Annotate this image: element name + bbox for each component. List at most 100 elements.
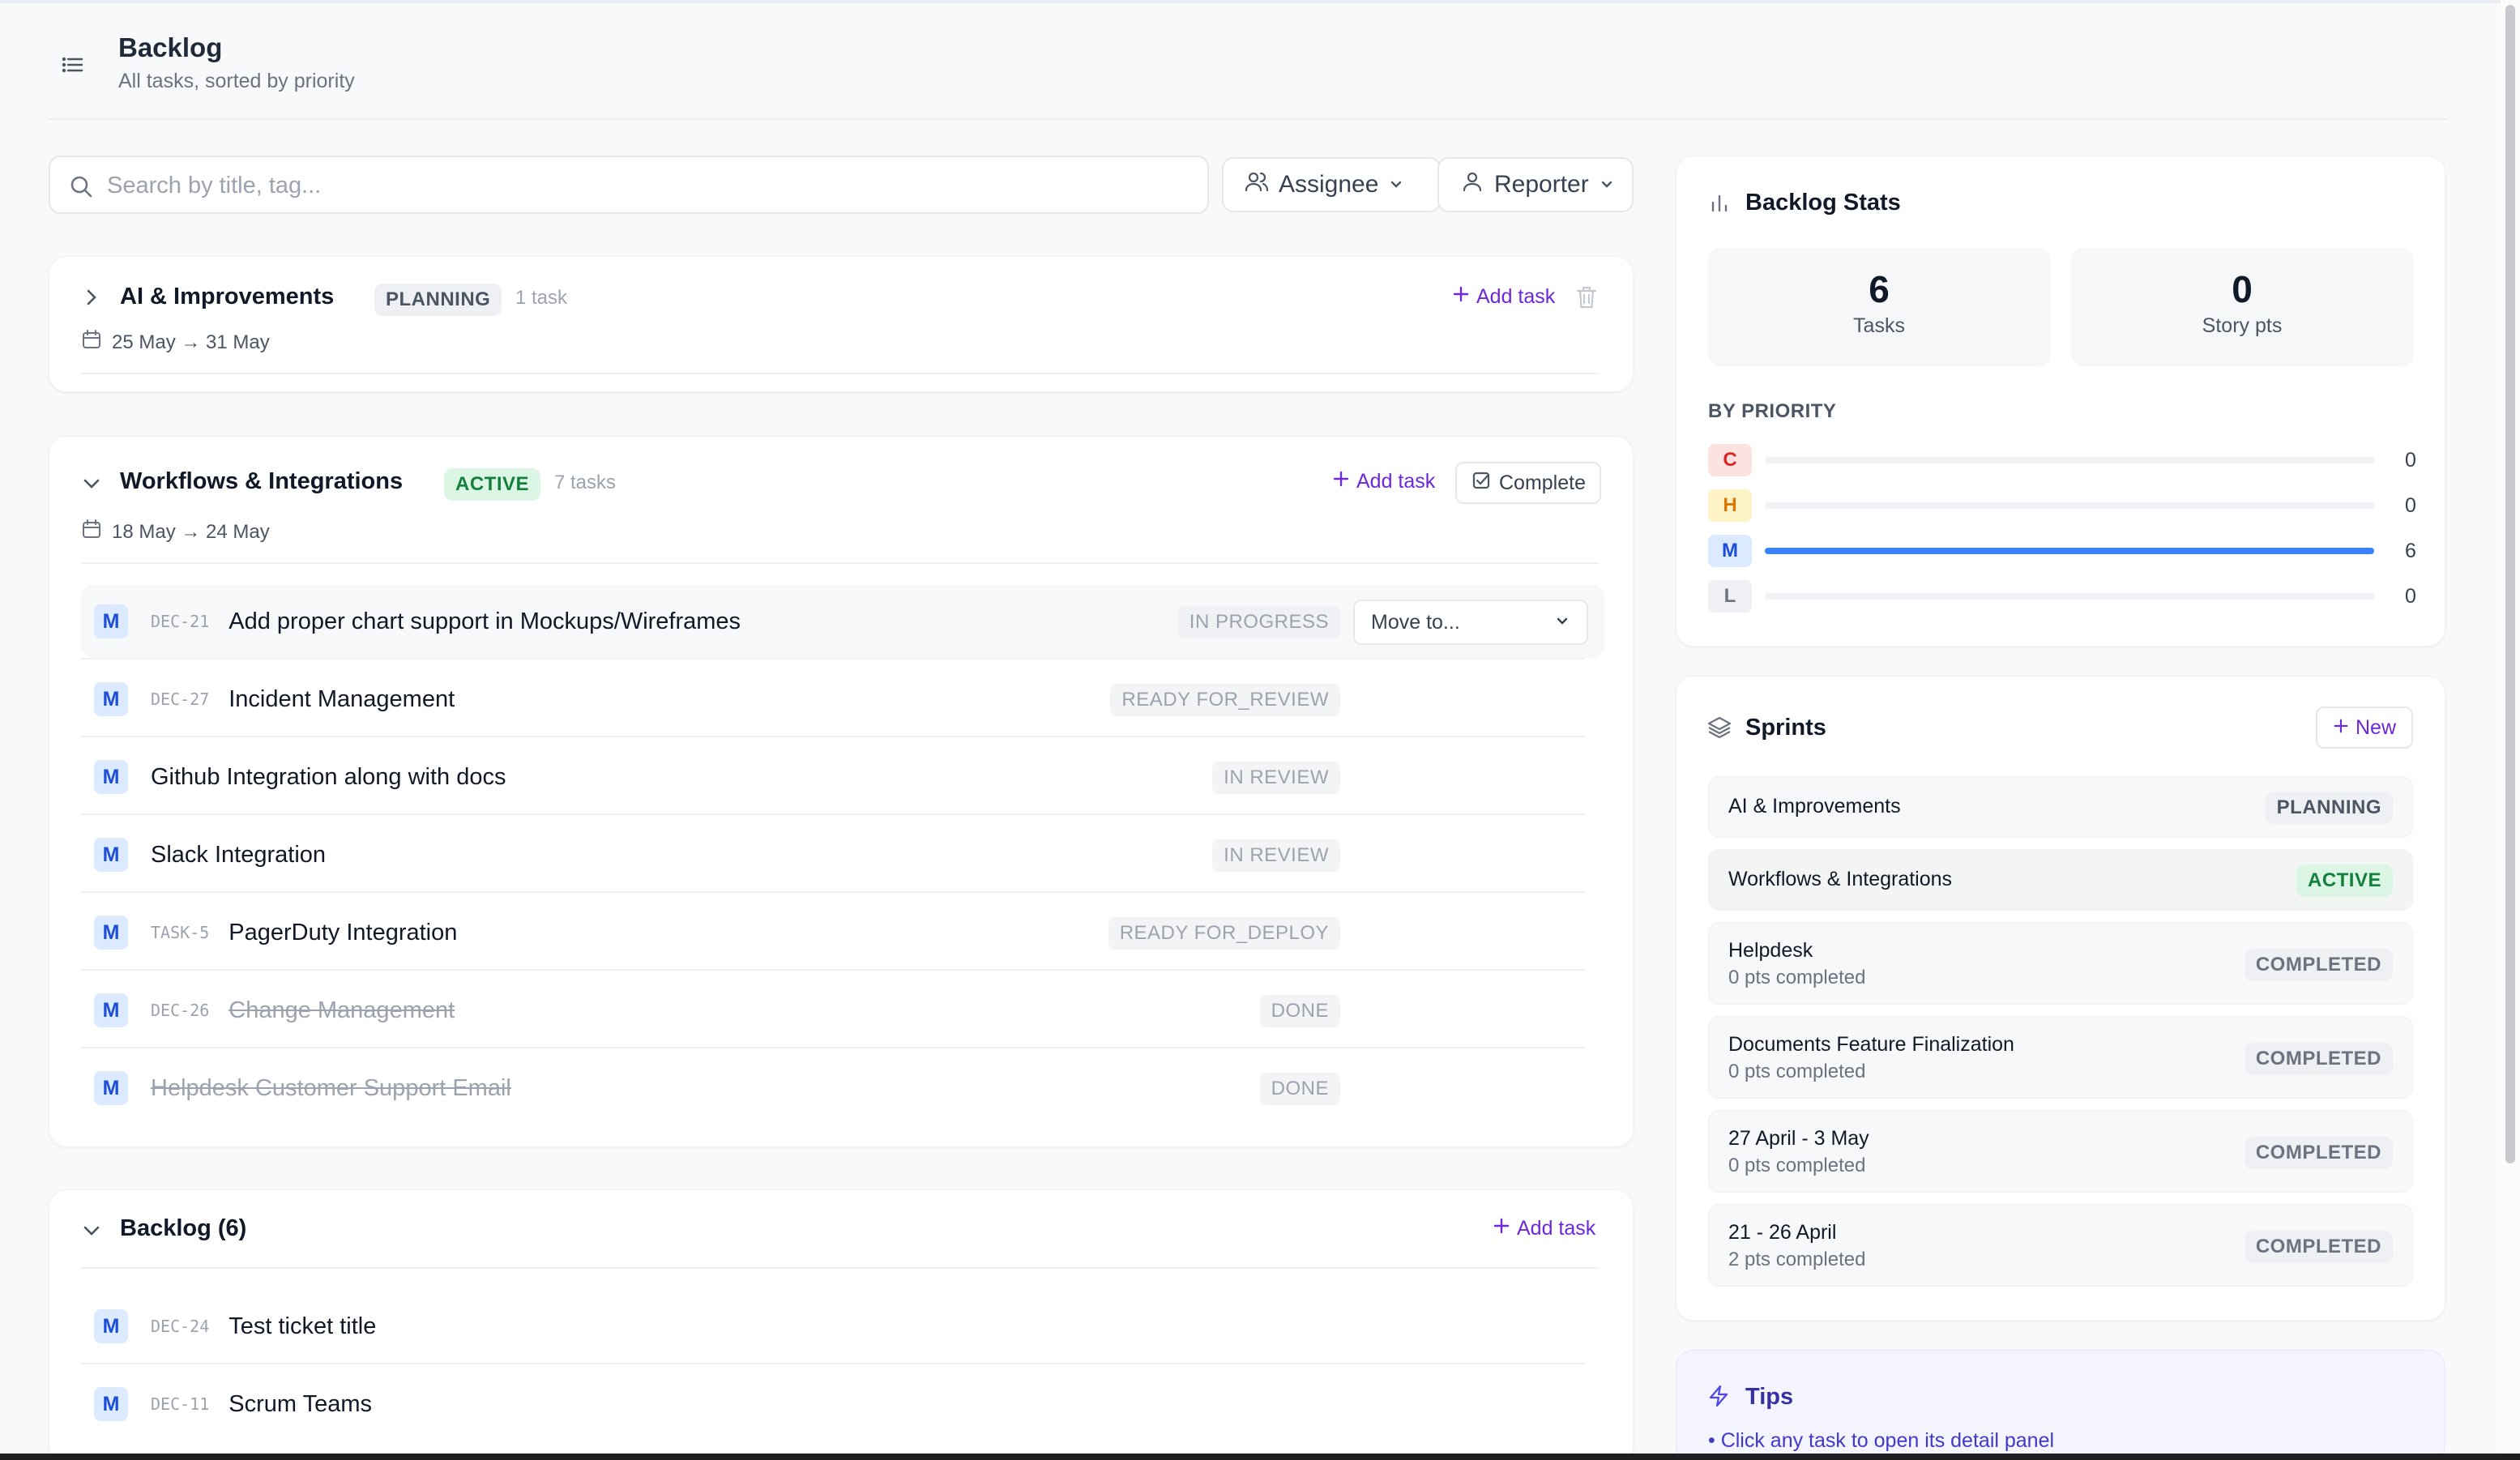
task-status: IN REVIEW bbox=[1212, 839, 1340, 872]
priority-count: 0 bbox=[2405, 448, 2416, 472]
status-badge: COMPLETED bbox=[2244, 1137, 2393, 1169]
table-row[interactable]: M DEC-27 Incident Management READY FOR_R… bbox=[81, 663, 1604, 736]
search-icon bbox=[68, 173, 94, 199]
bottom-edge bbox=[0, 1454, 2520, 1460]
task-key: DEC-11 bbox=[151, 1394, 210, 1414]
priority-row: L 0 bbox=[1708, 580, 2421, 613]
complete-sprint-button[interactable]: Complete bbox=[1455, 462, 1601, 504]
task-title[interactable]: Incident Management bbox=[229, 686, 455, 713]
priority-label: H bbox=[1708, 489, 1752, 522]
sprint-list-item[interactable]: 27 April - 3 May 0 pts completed COMPLET… bbox=[1708, 1110, 2413, 1193]
priority-row: C 0 bbox=[1708, 444, 2421, 476]
sprint-list-item[interactable]: Helpdesk 0 pts completed COMPLETED bbox=[1708, 922, 2413, 1005]
task-title[interactable]: Change Management bbox=[229, 997, 455, 1024]
table-row[interactable]: M Github Integration along with docs IN … bbox=[81, 741, 1604, 813]
sprint-name: AI & Improvements bbox=[1728, 795, 1901, 818]
bar-chart-icon bbox=[1708, 191, 1731, 218]
chevron-down-icon[interactable] bbox=[81, 1220, 102, 1245]
task-key: TASK-5 bbox=[151, 923, 210, 942]
scrollbar-thumb[interactable] bbox=[2505, 5, 2515, 1163]
task-count: 1 task bbox=[515, 287, 568, 309]
sprint-date-range: 25 May → 31 May bbox=[112, 331, 270, 353]
task-title[interactable]: Add proper chart support in Mockups/Wire… bbox=[229, 608, 741, 635]
task-title[interactable]: Test ticket title bbox=[229, 1313, 376, 1340]
layers-icon bbox=[1706, 715, 1732, 745]
add-task-button[interactable]: Add task bbox=[1452, 285, 1555, 309]
sprint-title[interactable]: Workflows & Integrations bbox=[120, 468, 403, 495]
table-row[interactable]: M Helpdesk Customer Support Email DONE bbox=[81, 1052, 1604, 1125]
priority-badge: M bbox=[94, 1309, 128, 1343]
assignee-filter-button[interactable]: Assignee bbox=[1222, 157, 1441, 212]
page-subtitle: All tasks, sorted by priority bbox=[118, 70, 355, 92]
sprint-name: 21 - 26 April bbox=[1728, 1221, 1837, 1244]
users-icon bbox=[1245, 169, 1269, 200]
table-row[interactable]: M Slack Integration IN REVIEW bbox=[81, 818, 1604, 891]
priority-bar-fill bbox=[1765, 548, 2374, 554]
tasks-value: 6 bbox=[1869, 268, 1890, 310]
priority-label: L bbox=[1708, 580, 1752, 613]
page-title: Backlog bbox=[118, 32, 223, 62]
task-title[interactable]: Slack Integration bbox=[151, 842, 326, 869]
task-status: IN PROGRESS bbox=[1177, 606, 1340, 638]
assignee-label: Assignee bbox=[1279, 171, 1379, 198]
sprint-list-item[interactable]: AI & Improvements PLANNING bbox=[1708, 776, 2413, 838]
row-divider bbox=[81, 658, 1585, 660]
table-row[interactable]: M TASK-5 PagerDuty Integration READY FOR… bbox=[81, 896, 1604, 969]
task-key: DEC-21 bbox=[151, 612, 210, 631]
add-task-label: Add task bbox=[1476, 285, 1556, 308]
priority-count: 6 bbox=[2405, 539, 2416, 562]
plus-icon bbox=[1493, 1217, 1510, 1240]
add-task-button[interactable]: Add task bbox=[1493, 1217, 1595, 1240]
table-row[interactable]: M DEC-11 Scrum Teams bbox=[81, 1368, 1604, 1441]
top-edge bbox=[0, 0, 2520, 3]
sprint-list-item[interactable]: 21 - 26 April 2 pts completed COMPLETED bbox=[1708, 1204, 2413, 1287]
sprint-title[interactable]: AI & Improvements bbox=[120, 284, 334, 310]
add-task-button[interactable]: Add task bbox=[1332, 470, 1435, 493]
search-box bbox=[49, 156, 1209, 214]
table-row[interactable]: M DEC-26 Change Management DONE bbox=[81, 974, 1604, 1047]
move-to-select[interactable]: Move to... bbox=[1353, 600, 1588, 645]
status-badge: COMPLETED bbox=[2244, 1043, 2393, 1075]
trash-icon[interactable] bbox=[1575, 285, 1598, 314]
task-status: READY FOR_DEPLOY bbox=[1108, 917, 1340, 950]
task-title[interactable]: PagerDuty Integration bbox=[229, 920, 457, 946]
by-priority-label: BY PRIORITY bbox=[1708, 400, 1837, 422]
new-sprint-button[interactable]: New bbox=[2316, 707, 2413, 749]
divider bbox=[81, 562, 1600, 564]
story-points-label: Story pts bbox=[2202, 314, 2283, 337]
priority-badge: M bbox=[94, 760, 128, 794]
priority-count: 0 bbox=[2405, 584, 2416, 608]
sprint-points: 0 pts completed bbox=[1728, 1155, 1866, 1176]
chevron-right-icon[interactable] bbox=[81, 287, 102, 312]
chevron-down-icon[interactable] bbox=[81, 473, 102, 498]
add-task-label: Add task bbox=[1356, 470, 1436, 493]
list-menu-icon[interactable] bbox=[60, 52, 86, 78]
priority-row: M 6 bbox=[1708, 535, 2421, 567]
calendar-icon bbox=[81, 329, 102, 356]
task-title[interactable]: Github Integration along with docs bbox=[151, 764, 506, 791]
header-divider bbox=[47, 118, 2449, 120]
sprint-list-item[interactable]: Workflows & Integrations ACTIVE bbox=[1708, 849, 2413, 911]
task-title[interactable]: Helpdesk Customer Support Email bbox=[151, 1075, 511, 1102]
status-badge: PLANNING bbox=[374, 284, 502, 316]
reporter-filter-button[interactable]: Reporter bbox=[1437, 157, 1634, 212]
story-points-value: 0 bbox=[2232, 268, 2253, 310]
sprints-title: Sprints bbox=[1745, 715, 1826, 741]
user-icon bbox=[1460, 169, 1484, 200]
plus-icon bbox=[1332, 470, 1350, 493]
status-badge: ACTIVE bbox=[2296, 864, 2393, 897]
calendar-icon bbox=[81, 519, 102, 545]
sprint-list-item[interactable]: Documents Feature Finalization 0 pts com… bbox=[1708, 1016, 2413, 1099]
search-input[interactable] bbox=[107, 167, 1193, 204]
sprint-name: 27 April - 3 May bbox=[1728, 1127, 1869, 1150]
lightning-icon bbox=[1706, 1384, 1731, 1412]
table-row[interactable]: M DEC-24 Test ticket title bbox=[81, 1290, 1604, 1363]
task-title[interactable]: Scrum Teams bbox=[229, 1391, 372, 1418]
task-status: DONE bbox=[1259, 1073, 1340, 1105]
priority-badge: M bbox=[94, 993, 128, 1027]
backlog-title[interactable]: Backlog (6) bbox=[120, 1215, 246, 1242]
priority-badge: M bbox=[94, 1387, 128, 1421]
sprint-points: 0 pts completed bbox=[1728, 1061, 1866, 1082]
status-badge: ACTIVE bbox=[444, 468, 541, 501]
status-badge: COMPLETED bbox=[2244, 1231, 2393, 1263]
